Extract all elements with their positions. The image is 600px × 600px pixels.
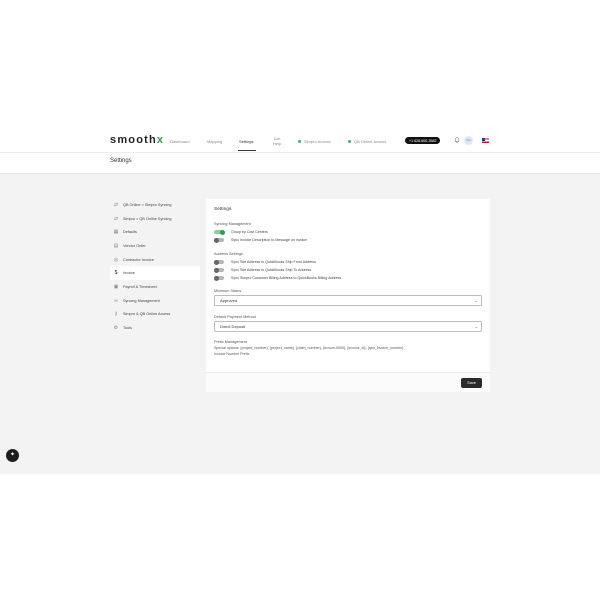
- prefix-special-options: Special options: {project_number}, {proj…: [214, 346, 404, 350]
- default-payment-method-label: Default Payment Method: [214, 315, 256, 319]
- key-icon: ⚷: [114, 311, 118, 318]
- nav-settings[interactable]: Settings: [239, 139, 253, 144]
- chevron-down-icon: ⌄: [474, 324, 478, 329]
- card-title: Settings: [214, 207, 232, 212]
- status-simpro-access: Simpro Access: [298, 139, 330, 144]
- magic-wand-icon[interactable]: ✦: [6, 449, 19, 462]
- sidebar-item-simpro-to-qb[interactable]: ⇄ Simpro > QB Online Syncing: [110, 212, 200, 226]
- syncing-management-label: Syncing Management: [214, 222, 251, 226]
- address-settings-label: Address Settings: [214, 252, 243, 256]
- toggle-row-invoice-description: Sync Invoice Description to Message on i…: [213, 237, 307, 243]
- bell-icon[interactable]: [454, 137, 460, 144]
- toggle-row-ship-from: Sync Site Address to QuickBooks Ship Fro…: [213, 259, 316, 265]
- invoice-settings-card: Settings Syncing Management Group by Cos…: [206, 199, 490, 392]
- invoice-number-prefix-label: Invoice Number Prefix: [214, 352, 250, 356]
- ship-to-toggle[interactable]: [213, 267, 224, 273]
- sidebar-item-payroll-timesheet[interactable]: ▣ Payroll & Timesheet: [110, 280, 200, 294]
- toggle-row-ship-to: Sync Site Address to QuickBooks Ship To …: [213, 267, 311, 273]
- sync-arrows-icon: ⇄: [113, 201, 119, 208]
- top-header: smoothx Dashboard Mapping Settings Get H…: [0, 128, 600, 152]
- payroll-icon: ▣: [113, 283, 119, 290]
- page-title: Settings: [110, 158, 132, 164]
- status-dot-icon: [348, 139, 351, 143]
- sidebar-item-tools[interactable]: ⚙ Tools: [110, 321, 200, 335]
- header-divider: [0, 152, 600, 153]
- ship-from-toggle[interactable]: [213, 259, 224, 265]
- settings-sidebar: ⇄ QB Online > Simpro Syncing ⇄ Simpro > QB…: [110, 198, 200, 335]
- group-cost-centers-toggle[interactable]: [214, 229, 225, 235]
- card-footer: [206, 372, 490, 392]
- billing-address-toggle[interactable]: [213, 275, 224, 281]
- nav-active-underline: [238, 150, 256, 151]
- save-button[interactable]: Save: [461, 378, 482, 388]
- sidebar-item-defaults[interactable]: ▦ Defaults: [110, 225, 200, 239]
- dollar-icon: $: [114, 270, 118, 277]
- toggle-row-billing-address: Sync Simpro Customer Billing Address to …: [213, 275, 341, 281]
- minimum-status-select[interactable]: Approved ⌄: [214, 295, 482, 306]
- sidebar-item-qb-to-simpro[interactable]: ⇄ QB Online > Simpro Syncing: [110, 198, 200, 212]
- document-icon: ▤: [113, 242, 119, 249]
- us-flag-icon[interactable]: [482, 138, 489, 143]
- sidebar-item-access[interactable]: ⚷ Simpro & QB Online Access: [110, 308, 200, 322]
- chevron-down-icon: ⌄: [474, 298, 478, 303]
- link-icon: ∞: [114, 297, 118, 304]
- status-dot-icon: [298, 139, 301, 143]
- sidebar-item-syncing-management[interactable]: ∞ Syncing Management: [110, 294, 200, 308]
- sync-arrows-icon: ⇄: [113, 215, 119, 222]
- sidebar-item-vendor-order[interactable]: ▤ Vendor Order: [110, 239, 200, 253]
- toggle-row-group-cost-centers: Group by Cost Centers: [214, 229, 268, 235]
- default-payment-method-select[interactable]: Direct Deposit ⌄: [214, 321, 482, 332]
- phone-badge[interactable]: +1 628-600-3582: [405, 137, 441, 144]
- status-qb-online-access: QB Online Access: [348, 139, 386, 144]
- avatar[interactable]: SG: [464, 136, 473, 145]
- prefix-management-label: Prefix Management: [214, 340, 247, 344]
- contractor-icon: ◎: [113, 256, 119, 263]
- nav-dashboard[interactable]: Dashboard: [170, 139, 190, 144]
- grid-icon: ▦: [113, 229, 119, 236]
- nav-get-help[interactable]: Get Help: [273, 136, 281, 146]
- sidebar-item-contractor-invoice[interactable]: ◎ Contractor Invoice: [110, 253, 200, 267]
- gear-icon: ⚙: [113, 325, 119, 332]
- logo[interactable]: smoothx: [110, 134, 164, 146]
- sidebar-item-invoice[interactable]: $ Invoice: [110, 266, 200, 281]
- invoice-description-toggle[interactable]: [213, 237, 224, 243]
- nav-mapping[interactable]: Mapping: [207, 139, 222, 144]
- minimum-status-label: Minimum Status: [214, 289, 242, 293]
